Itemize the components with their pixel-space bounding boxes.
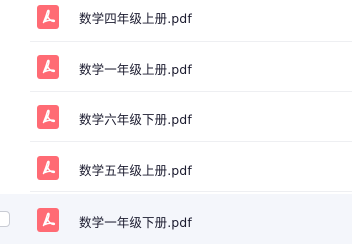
file-row[interactable]: 数学五年级上册.pdf — [0, 142, 352, 192]
file-name[interactable]: 数学一年级下册.pdf — [79, 212, 192, 231]
pdf-icon — [37, 156, 59, 180]
file-list: 数学四年级上册.pdf 数学一年级上册.pdf 数学六年级下册.pdf 数学五年… — [0, 0, 352, 244]
pdf-icon — [37, 105, 59, 129]
pdf-icon — [37, 208, 59, 232]
file-row[interactable]: 数学一年级上册.pdf — [0, 42, 352, 92]
pdf-icon — [37, 5, 59, 29]
file-name[interactable]: 数学四年级上册.pdf — [79, 8, 192, 27]
row-checkbox[interactable] — [0, 211, 10, 227]
file-name[interactable]: 数学五年级上册.pdf — [79, 160, 192, 179]
file-row-hovered[interactable]: 数学一年级下册.pdf — [0, 194, 352, 244]
file-row[interactable]: 数学四年级上册.pdf — [0, 0, 352, 42]
pdf-icon — [37, 55, 59, 79]
file-name[interactable]: 数学一年级上册.pdf — [79, 59, 192, 78]
file-row[interactable]: 数学六年级下册.pdf — [0, 92, 352, 142]
file-name[interactable]: 数学六年级下册.pdf — [79, 109, 192, 128]
row-divider — [30, 191, 352, 192]
